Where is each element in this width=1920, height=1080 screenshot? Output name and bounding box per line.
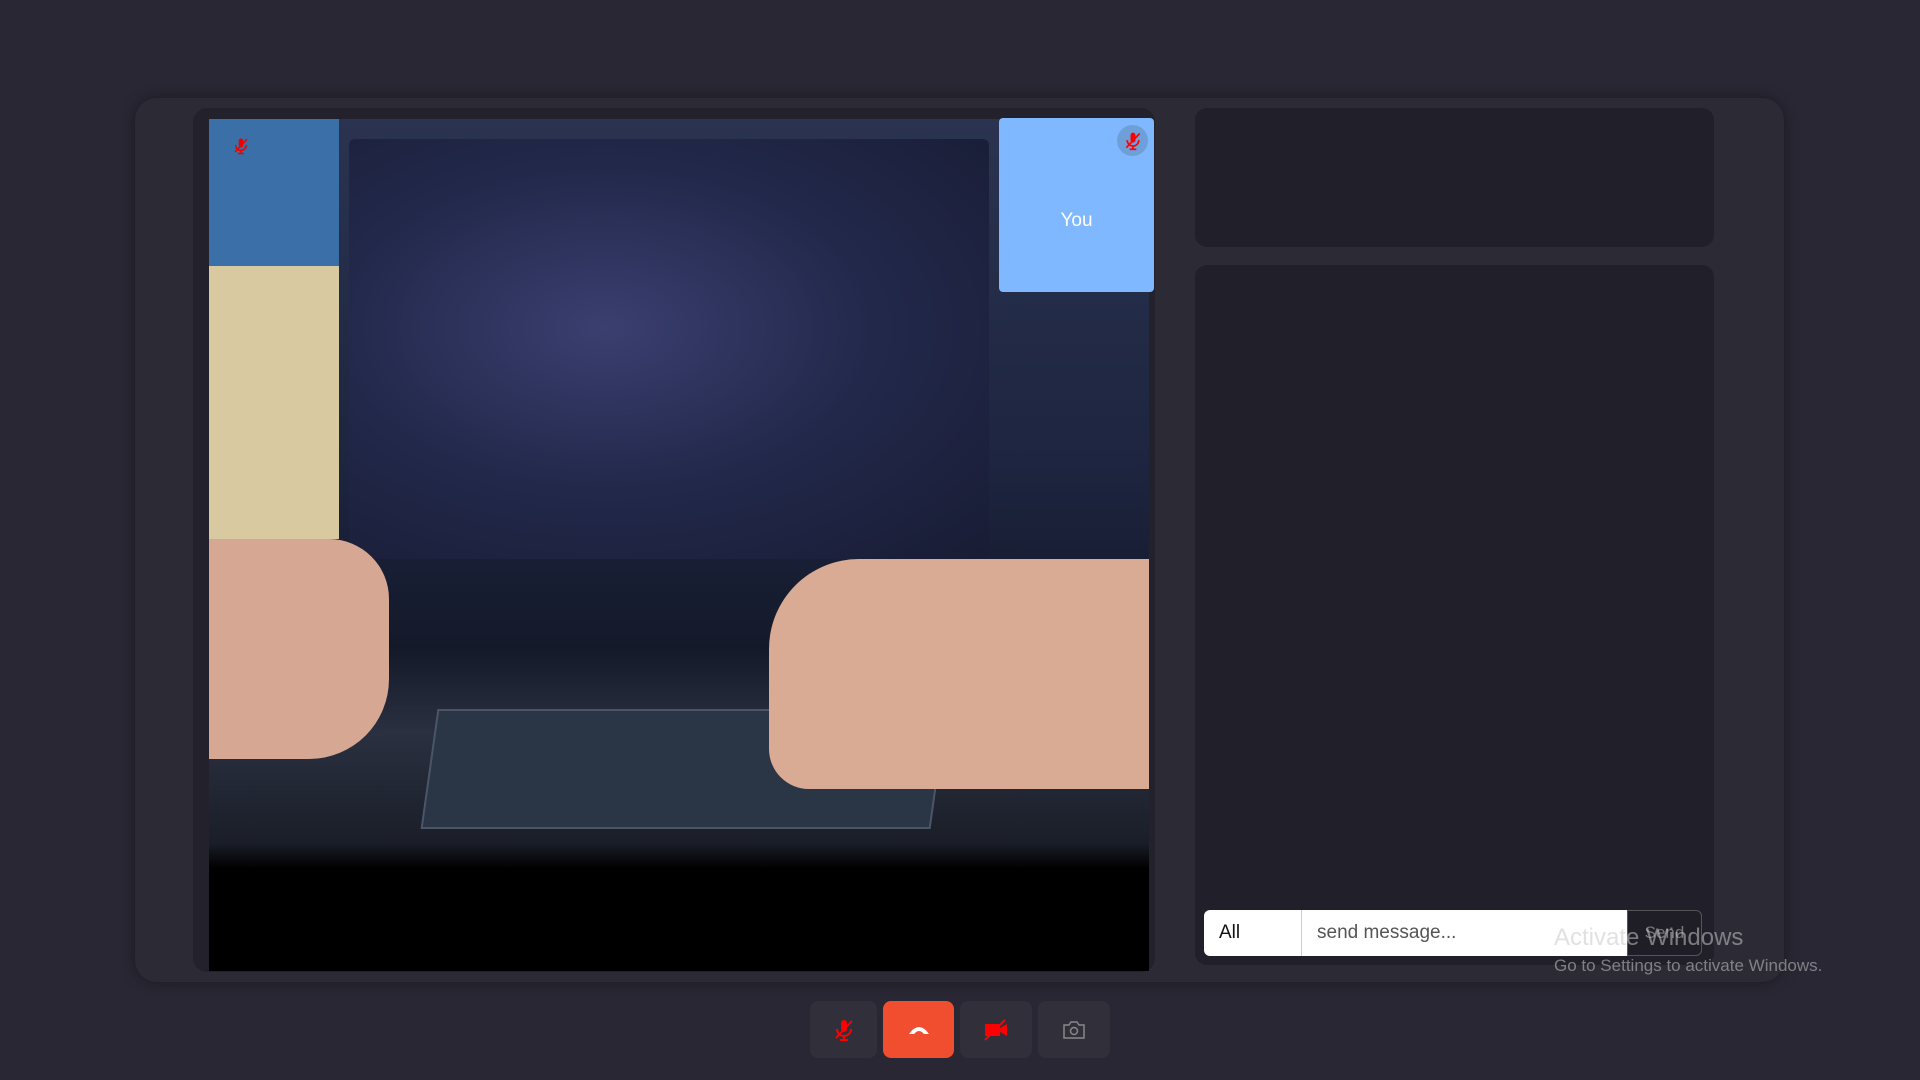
windows-activation-watermark: Activate Windows Go to Settings to activ… (1554, 924, 1823, 975)
remote-mic-off-icon (232, 136, 250, 161)
mic-off-icon (1117, 125, 1148, 156)
mic-toggle-button[interactable] (810, 1001, 877, 1058)
hang-up-button[interactable] (883, 1001, 954, 1058)
phone-hangup-icon (908, 1026, 929, 1034)
mic-off-icon (834, 1019, 853, 1041)
chat-messages (1195, 265, 1714, 965)
participants-panel (1195, 108, 1714, 247)
recipient-select[interactable]: All (1204, 910, 1302, 956)
video-off-icon (984, 1018, 1007, 1041)
self-label: You (1060, 210, 1093, 231)
camera-flip-icon (1063, 1020, 1085, 1039)
switch-camera-button[interactable] (1038, 1001, 1110, 1058)
self-video-tile: You (999, 118, 1154, 292)
camera-toggle-button[interactable] (960, 1001, 1032, 1058)
